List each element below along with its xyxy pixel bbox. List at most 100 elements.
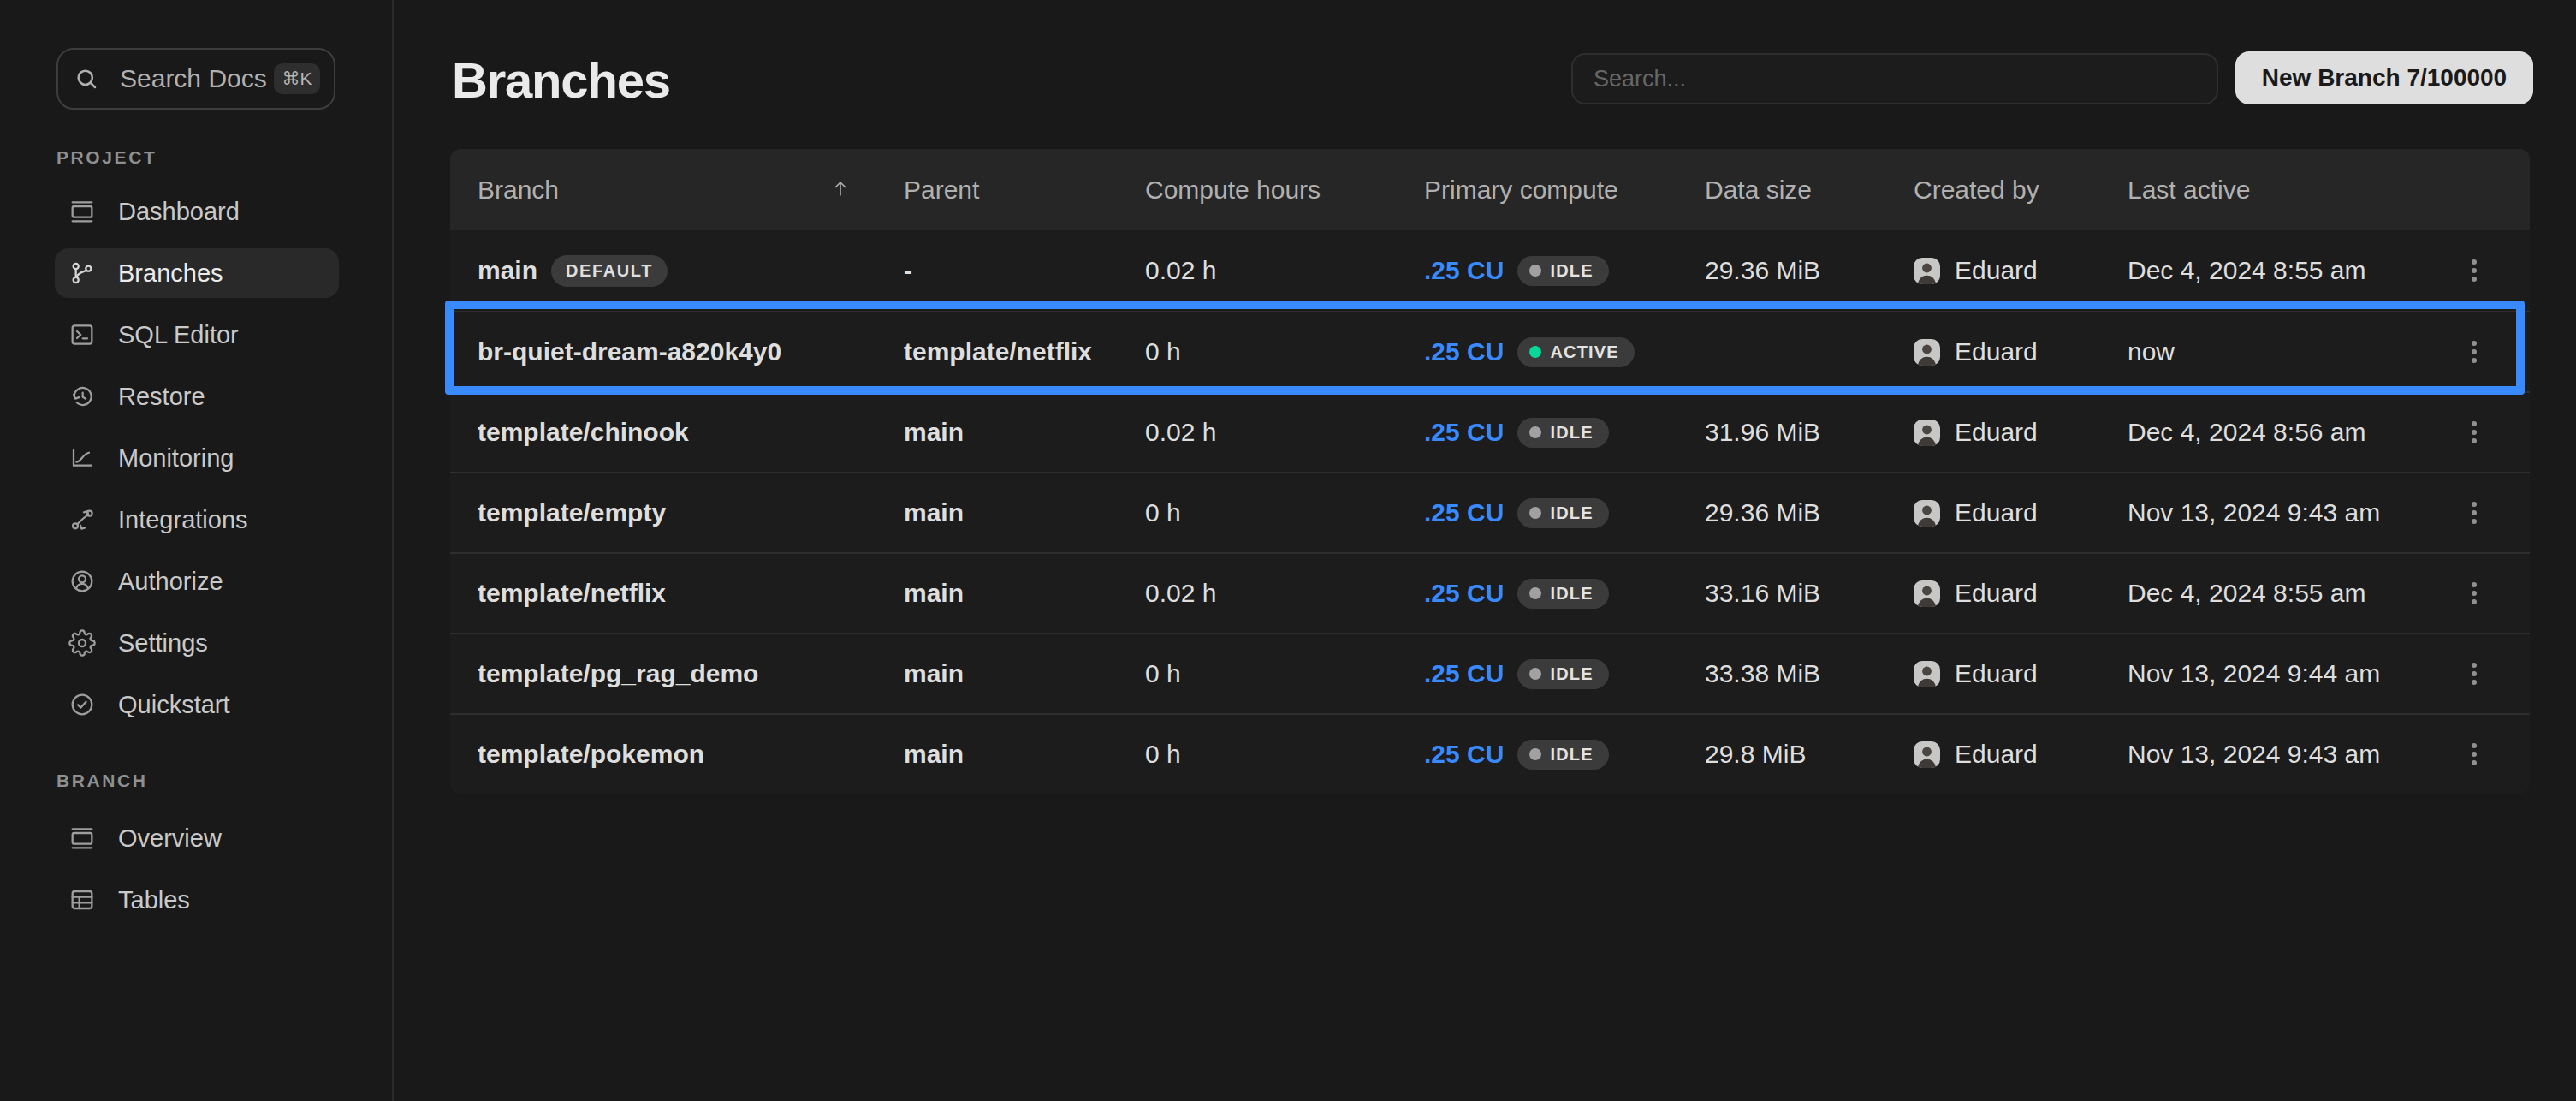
row-actions-kebab-icon[interactable] [2458, 491, 2491, 535]
branch-name: template/netflix [478, 579, 666, 608]
compute-size-link[interactable]: .25 CU [1424, 579, 1504, 608]
sidebar-item-label: Tables [118, 886, 190, 914]
status-dot-icon [1529, 748, 1541, 760]
branches-search-input[interactable] [1571, 53, 2218, 104]
table-row-template-chinook[interactable]: template/chinook main 0.02 h .25 CU IDLE… [450, 391, 2530, 472]
row-actions-kebab-icon[interactable] [2458, 652, 2491, 696]
page-title: Branches [452, 50, 670, 111]
parent-cell: - [904, 256, 1145, 285]
status-dot-icon [1529, 507, 1541, 519]
sidebar-item-branches[interactable]: Branches [55, 248, 339, 298]
table-row-main[interactable]: main DEFAULT - 0.02 h .25 CU IDLE 29.36 … [450, 230, 2530, 311]
branches-icon [68, 259, 96, 287]
parent-cell: template/netflix [904, 337, 1145, 366]
column-header-compute-hours[interactable]: Compute hours [1145, 176, 1424, 205]
avatar [1914, 420, 1940, 446]
overview-icon [68, 824, 96, 852]
sidebar-item-sql-editor[interactable]: SQL Editor [55, 310, 339, 360]
avatar [1914, 500, 1940, 527]
parent-cell: main [904, 579, 1145, 608]
status-badge: ACTIVE [1517, 337, 1635, 367]
status-dot-icon [1529, 346, 1541, 358]
last-active-cell: now [2128, 337, 2419, 366]
row-actions-kebab-icon[interactable] [2458, 733, 2491, 777]
compute-size-link[interactable]: .25 CU [1424, 659, 1504, 688]
branch-name: main [478, 256, 537, 285]
compute-hours-cell: 0.02 h [1145, 418, 1424, 447]
column-header-parent[interactable]: Parent [904, 176, 1145, 205]
status-badge: IDLE [1517, 256, 1608, 286]
row-actions-kebab-icon[interactable] [2458, 411, 2491, 455]
parent-cell: main [904, 659, 1145, 688]
column-header-primary-compute[interactable]: Primary compute [1424, 176, 1705, 205]
status-dot-icon [1529, 426, 1541, 438]
search-icon [74, 66, 99, 92]
row-actions-kebab-icon[interactable] [2458, 249, 2491, 293]
table-row-template-pokemon[interactable]: template/pokemon main 0 h .25 CU IDLE 29… [450, 713, 2530, 794]
compute-size-link[interactable]: .25 CU [1424, 498, 1504, 527]
table-row-br-quiet-dream[interactable]: br-quiet-dream-a820k4y0 template/netflix… [450, 311, 2530, 391]
sql-editor-icon [68, 321, 96, 348]
sidebar-item-label: Overview [118, 824, 222, 853]
compute-size-link[interactable]: .25 CU [1424, 256, 1504, 285]
avatar [1914, 580, 1940, 607]
branches-table: Branch Parent Compute hours Primary comp… [450, 149, 2530, 794]
last-active-cell: Nov 13, 2024 9:43 am [2128, 498, 2419, 527]
sidebar-item-label: Settings [118, 629, 208, 658]
status-badge: IDLE [1517, 740, 1608, 770]
table-row-template-pg-rag-demo[interactable]: template/pg_rag_demo main 0 h .25 CU IDL… [450, 633, 2530, 713]
sidebar-nav-project: Dashboard Branches SQL Editor Restore Mo… [55, 187, 339, 741]
monitoring-icon [68, 444, 96, 472]
sidebar-item-authorize[interactable]: Authorize [55, 556, 339, 606]
compute-hours-cell: 0 h [1145, 740, 1424, 769]
table-header-row: Branch Parent Compute hours Primary comp… [450, 149, 2530, 230]
sidebar-item-dashboard[interactable]: Dashboard [55, 187, 339, 236]
status-dot-icon [1529, 265, 1541, 277]
dashboard-icon [68, 198, 96, 225]
column-header-branch[interactable]: Branch [478, 176, 904, 205]
branch-name: template/pg_rag_demo [478, 659, 758, 688]
column-header-last-active[interactable]: Last active [2128, 176, 2419, 205]
search-docs-button[interactable]: Search Docs ⌘K [56, 48, 335, 110]
last-active-cell: Nov 13, 2024 9:43 am [2128, 740, 2419, 769]
sidebar-item-restore[interactable]: Restore [55, 372, 339, 421]
compute-hours-cell: 0 h [1145, 337, 1424, 366]
status-dot-icon [1529, 587, 1541, 599]
last-active-cell: Dec 4, 2024 8:55 am [2128, 256, 2419, 285]
compute-size-link[interactable]: .25 CU [1424, 740, 1504, 769]
created-by-name: Eduard [1955, 337, 2038, 366]
sidebar-item-settings[interactable]: Settings [55, 618, 339, 668]
row-actions-kebab-icon[interactable] [2458, 330, 2491, 374]
parent-cell: main [904, 498, 1145, 527]
parent-cell: main [904, 418, 1145, 447]
data-size-cell: 29.8 MiB [1705, 740, 1914, 769]
avatar [1914, 339, 1940, 366]
sidebar-item-label: Dashboard [118, 198, 240, 226]
avatar [1914, 741, 1940, 768]
compute-hours-cell: 0 h [1145, 498, 1424, 527]
column-header-data-size[interactable]: Data size [1705, 176, 1914, 205]
settings-icon [68, 629, 96, 657]
sidebar-item-label: SQL Editor [118, 321, 239, 349]
compute-size-link[interactable]: .25 CU [1424, 418, 1504, 447]
table-row-template-empty[interactable]: template/empty main 0 h .25 CU IDLE 29.3… [450, 472, 2530, 552]
sidebar-item-overview[interactable]: Overview [55, 813, 339, 863]
column-header-created-by[interactable]: Created by [1914, 176, 2128, 205]
table-row-template-netflix[interactable]: template/netflix main 0.02 h .25 CU IDLE… [450, 552, 2530, 633]
sidebar-item-tables[interactable]: Tables [55, 875, 339, 925]
sidebar-item-quickstart[interactable]: Quickstart [55, 680, 339, 729]
created-by-name: Eduard [1955, 659, 2038, 688]
data-size-cell: 33.38 MiB [1705, 659, 1914, 688]
new-branch-button[interactable]: New Branch 7/100000 [2235, 51, 2533, 104]
data-size-cell: 33.16 MiB [1705, 579, 1914, 608]
compute-size-link[interactable]: .25 CU [1424, 337, 1504, 366]
sidebar-item-monitoring[interactable]: Monitoring [55, 433, 339, 483]
search-docs-label: Search Docs [120, 64, 267, 93]
data-size-cell: 29.36 MiB [1705, 256, 1914, 285]
avatar [1914, 258, 1940, 284]
sidebar-item-integrations[interactable]: Integrations [55, 495, 339, 545]
status-badge: IDLE [1517, 418, 1608, 448]
row-actions-kebab-icon[interactable] [2458, 572, 2491, 616]
status-dot-icon [1529, 668, 1541, 680]
created-by-name: Eduard [1955, 418, 2038, 447]
